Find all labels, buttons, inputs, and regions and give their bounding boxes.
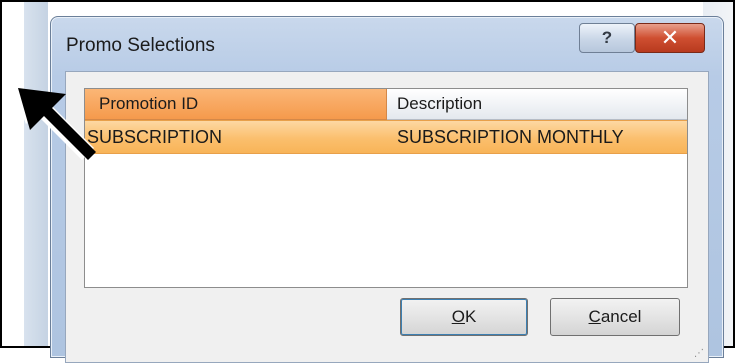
column-header-promotion-id[interactable]: Promotion ID bbox=[85, 89, 387, 120]
dialog-client-area: Promotion ID Description SUBSCRIPTION SU… bbox=[65, 71, 709, 363]
cancel-button-label: Cancel bbox=[588, 307, 642, 326]
ok-button[interactable]: OK bbox=[400, 298, 528, 336]
screenshot-frame: Promo Selections ? ✕ Promotion ID Descri… bbox=[0, 0, 735, 363]
help-icon: ? bbox=[601, 28, 613, 47]
grid-header: Promotion ID Description bbox=[85, 89, 687, 120]
resize-grip-icon[interactable]: ⋰ bbox=[694, 348, 706, 360]
dialog-title: Promo Selections bbox=[66, 35, 215, 56]
close-button[interactable]: ✕ bbox=[635, 23, 705, 53]
promo-selections-dialog: Promo Selections ? ✕ Promotion ID Descri… bbox=[50, 16, 724, 363]
table-row[interactable]: SUBSCRIPTION SUBSCRIPTION MONTHLY bbox=[85, 120, 687, 154]
background-window-left bbox=[24, 2, 48, 346]
column-header-label: Description bbox=[397, 94, 483, 113]
cell-promotion-id: SUBSCRIPTION bbox=[87, 126, 223, 147]
help-button[interactable]: ? bbox=[579, 23, 635, 53]
promotions-grid[interactable]: Promotion ID Description SUBSCRIPTION SU… bbox=[84, 88, 688, 288]
close-icon: ✕ bbox=[660, 25, 680, 50]
column-header-description[interactable]: Description bbox=[387, 89, 687, 120]
column-header-label: Promotion ID bbox=[99, 94, 199, 113]
title-bar[interactable]: Promo Selections ? ✕ bbox=[51, 17, 723, 71]
cell-description: SUBSCRIPTION MONTHLY bbox=[397, 126, 624, 147]
ok-button-label: OK bbox=[451, 307, 477, 326]
cancel-button[interactable]: Cancel bbox=[550, 298, 680, 336]
pointer-arrow-icon bbox=[10, 84, 96, 160]
